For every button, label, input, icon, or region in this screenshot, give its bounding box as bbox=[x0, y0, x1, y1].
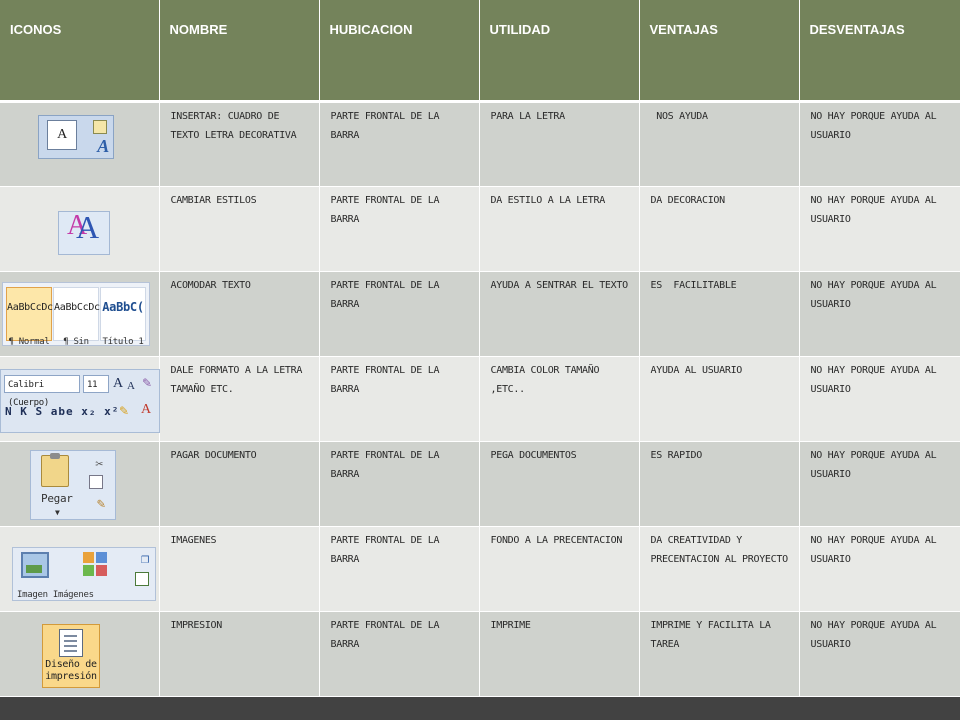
cell-ventajas: ES RAPIDO bbox=[639, 441, 800, 527]
table-row: AaBbCcDc ¶ Normal AaBbCcDc ¶ Sin espa...… bbox=[0, 271, 960, 366]
cell-utilidad: PARA LA LETRA bbox=[479, 101, 640, 187]
icon-cell: AaBbCcDc ¶ Normal AaBbCcDc ¶ Sin espa...… bbox=[0, 271, 160, 366]
cell-ventajas: DA CREATIVIDAD Y PRECENTACION AL PROYECT… bbox=[639, 526, 800, 612]
cell-desventajas: NO HAY PORQUE AYUDA AL USUARIO bbox=[799, 441, 960, 527]
images-caption: Imagen Imágenes bbox=[17, 589, 94, 600]
clipart-icon bbox=[83, 551, 109, 578]
grow-font-icon: A bbox=[113, 375, 123, 391]
font-group-icon: Calibri (Cuerpo) 11 A A ✎ N K S abe x₂ x… bbox=[0, 368, 160, 433]
style-swatch-titulo: AaBbC( Título 1 bbox=[100, 286, 146, 347]
chart-icon bbox=[135, 571, 149, 586]
table-row: Calibri (Cuerpo) 11 A A ✎ N K S abe x₂ x… bbox=[0, 356, 960, 442]
cell-ventajas: AYUDA AL USUARIO bbox=[639, 356, 800, 442]
header-desventajas: DESVENTAJAS bbox=[799, 0, 960, 103]
cell-hubicacion: PARTE FRONTAL DE LA BARRA bbox=[319, 186, 480, 272]
table-row: Diseño de impresión IMPRESION PARTE FRON… bbox=[0, 611, 960, 697]
table-row: Pegar ▼ ✂ ✎ PAGAR DOCUMENTO PARTE FRONTA… bbox=[0, 441, 960, 527]
cell-nombre: DALE FORMATO A LA LETRA TAMAÑO ETC. bbox=[159, 356, 320, 442]
cell-hubicacion: PARTE FRONTAL DE LA BARRA bbox=[319, 271, 480, 357]
table-row: ❐ Imagen Imágenes IMAGENES PARTE FRONTAL… bbox=[0, 526, 960, 612]
cell-utilidad: CAMBIA COLOR TAMAÑO ,ETC.. bbox=[479, 356, 640, 442]
quickparts-icon bbox=[93, 119, 107, 134]
cell-hubicacion: PARTE FRONTAL DE LA BARRA bbox=[319, 611, 480, 697]
page-icon bbox=[59, 628, 83, 657]
cell-ventajas: NOS AYUDA bbox=[639, 101, 800, 187]
icon-cell: Diseño de impresión bbox=[0, 611, 160, 697]
wordart-icon: A bbox=[97, 135, 109, 156]
format-painter-icon: ✎ bbox=[96, 495, 105, 512]
table-row: AA CAMBIAR ESTILOS PARTE FRONTAL DE LA B… bbox=[0, 186, 960, 272]
clear-format-icon: ✎ bbox=[142, 375, 152, 390]
cell-hubicacion: PARTE FRONTAL DE LA BARRA bbox=[319, 356, 480, 442]
icon-cell: A A bbox=[0, 101, 160, 187]
copy-icon bbox=[89, 474, 103, 489]
print-layout-label: Diseño de impresión bbox=[45, 658, 97, 682]
header-ventajas: VENTAJAS bbox=[639, 0, 800, 103]
header-iconos: ICONOS bbox=[0, 0, 160, 103]
cell-ventajas: ES FACILITABLE bbox=[639, 271, 800, 357]
cell-hubicacion: PARTE FRONTAL DE LA BARRA bbox=[319, 441, 480, 527]
smartart-icon: ❐ bbox=[140, 550, 149, 567]
cell-utilidad: PEGA DOCUMENTOS bbox=[479, 441, 640, 527]
style-gallery-icon: AaBbCcDc ¶ Normal AaBbCcDc ¶ Sin espa...… bbox=[2, 281, 150, 366]
cell-desventajas: NO HAY PORQUE AYUDA AL USUARIO bbox=[799, 611, 960, 697]
chevron-down-icon: ▼ bbox=[55, 507, 60, 517]
highlight-icon: ✎ bbox=[119, 403, 129, 418]
cell-desventajas: NO HAY PORQUE AYUDA AL USUARIO bbox=[799, 101, 960, 187]
cell-desventajas: NO HAY PORQUE AYUDA AL USUARIO bbox=[799, 271, 960, 357]
cell-ventajas: IMPRIME Y FACILITA LA TAREA bbox=[639, 611, 800, 697]
icon-cell: ❐ Imagen Imágenes bbox=[0, 526, 160, 612]
cell-hubicacion: PARTE FRONTAL DE LA BARRA bbox=[319, 101, 480, 187]
change-styles-icon: AA bbox=[58, 210, 110, 255]
style-swatch-sin-espacio: AaBbCcDc ¶ Sin espa... bbox=[53, 286, 100, 366]
header-utilidad: UTILIDAD bbox=[479, 0, 640, 103]
cell-ventajas: DA DECORACION bbox=[639, 186, 800, 272]
paste-icon: Pegar ▼ ✂ ✎ bbox=[30, 449, 116, 520]
clipboard-icon bbox=[41, 452, 69, 487]
format-buttons: N K S abe x₂ x² bbox=[5, 404, 120, 418]
cell-nombre: PAGAR DOCUMENTO bbox=[159, 441, 320, 527]
comparison-table: ICONOS NOMBRE HUBICACION UTILIDAD VENTAJ… bbox=[0, 0, 960, 697]
font-size-combo: 11 bbox=[83, 374, 109, 393]
font-name-combo: Calibri (Cuerpo) bbox=[4, 374, 80, 408]
shrink-font-icon: A bbox=[127, 379, 135, 392]
icon-cell: AA bbox=[0, 186, 160, 272]
font-color-icon: A bbox=[141, 401, 151, 417]
header-nombre: NOMBRE bbox=[159, 0, 320, 103]
cell-hubicacion: PARTE FRONTAL DE LA BARRA bbox=[319, 526, 480, 612]
cell-utilidad: IMPRIME bbox=[479, 611, 640, 697]
cell-nombre: INSERTAR: CUADRO DE TEXTO LETRA DECORATI… bbox=[159, 101, 320, 187]
textbox-wordart-icon: A A bbox=[38, 114, 114, 159]
cell-desventajas: NO HAY PORQUE AYUDA AL USUARIO bbox=[799, 186, 960, 272]
scissors-icon: ✂ bbox=[95, 456, 103, 472]
icon-cell: Pegar ▼ ✂ ✎ bbox=[0, 441, 160, 527]
cell-utilidad: DA ESTILO A LA LETRA bbox=[479, 186, 640, 272]
cell-utilidad: AYUDA A SENTRAR EL TEXTO bbox=[479, 271, 640, 357]
cell-nombre: IMAGENES bbox=[159, 526, 320, 612]
cell-nombre: CAMBIAR ESTILOS bbox=[159, 186, 320, 272]
picture-icon bbox=[21, 551, 49, 578]
header-hubicacion: HUBICACION bbox=[319, 0, 480, 103]
cell-nombre: IMPRESION bbox=[159, 611, 320, 697]
cell-utilidad: FONDO A LA PRECENTACION bbox=[479, 526, 640, 612]
cell-nombre: ACOMODAR TEXTO bbox=[159, 271, 320, 357]
print-layout-icon: Diseño de impresión bbox=[42, 623, 100, 688]
header-row: ICONOS NOMBRE HUBICACION UTILIDAD VENTAJ… bbox=[0, 0, 960, 103]
cell-desventajas: NO HAY PORQUE AYUDA AL USUARIO bbox=[799, 526, 960, 612]
images-icon: ❐ Imagen Imágenes bbox=[12, 546, 156, 601]
table-row: A A INSERTAR: CUADRO DE TEXTO LETRA DECO… bbox=[0, 101, 960, 187]
textbox-icon: A bbox=[47, 119, 77, 150]
style-swatch-normal: AaBbCcDc ¶ Normal bbox=[6, 286, 53, 347]
cell-desventajas: NO HAY PORQUE AYUDA AL USUARIO bbox=[799, 356, 960, 442]
icon-cell: Calibri (Cuerpo) 11 A A ✎ N K S abe x₂ x… bbox=[0, 356, 160, 442]
